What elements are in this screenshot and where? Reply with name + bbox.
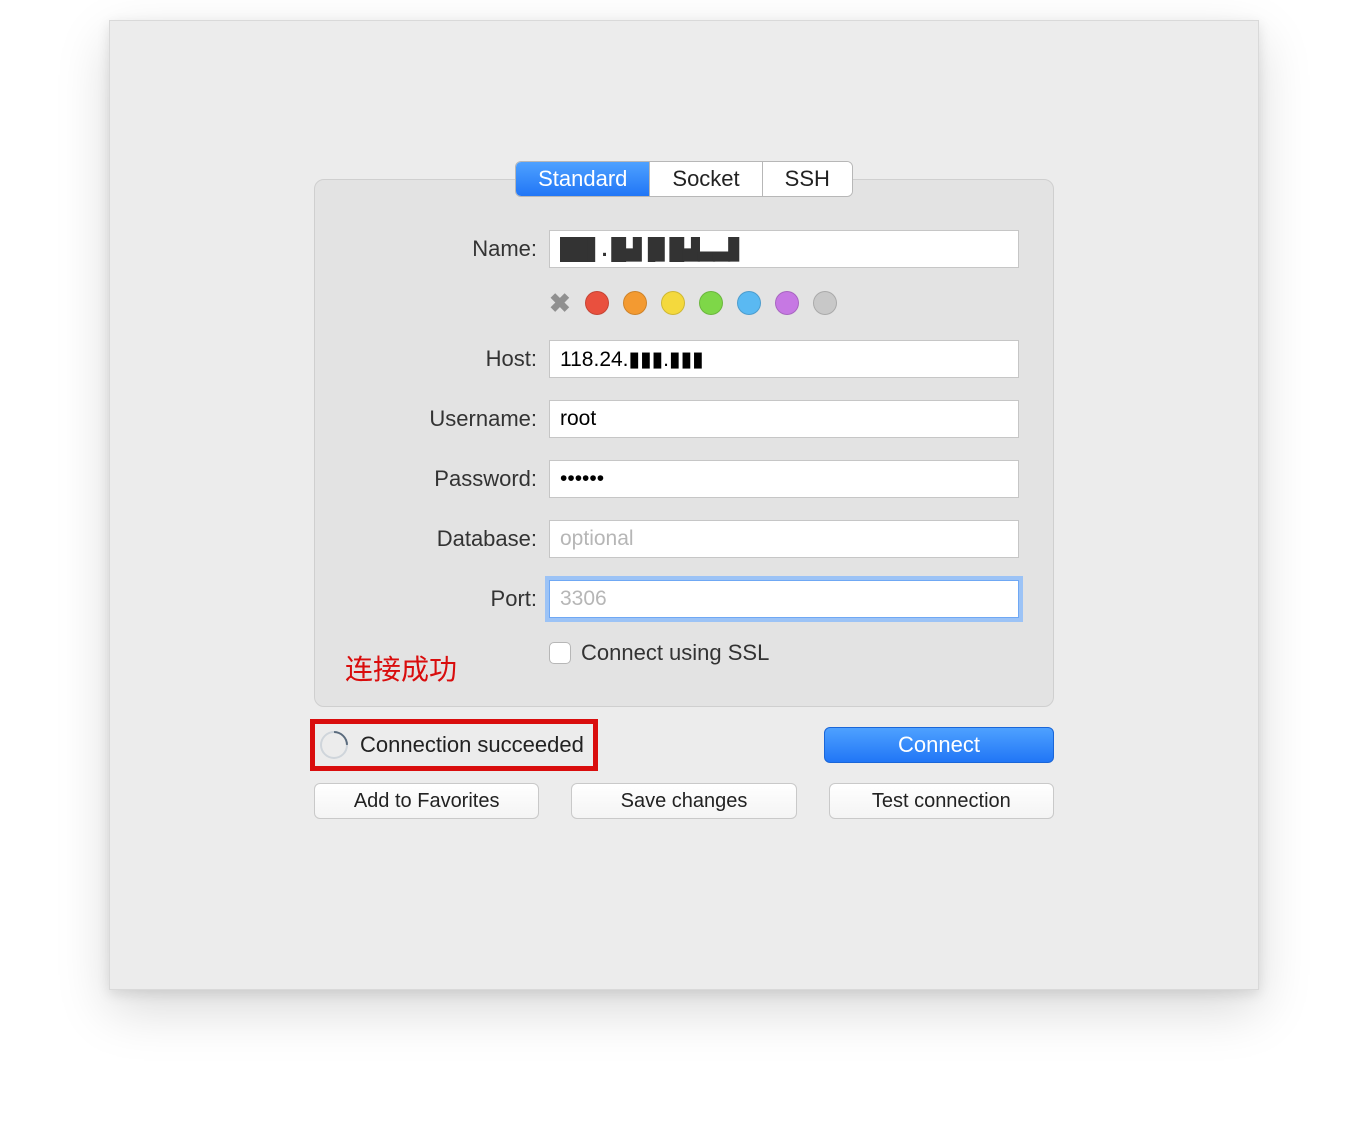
connection-window: Standard Socket SSH Name: ✖ Host: <box>109 20 1259 990</box>
tab-bar: Standard Socket SSH <box>110 161 1258 197</box>
annotation-text: 连接成功 <box>345 648 457 688</box>
database-label: Database: <box>349 526 549 552</box>
footer: Connection succeeded Connect Add to Favo… <box>314 727 1054 819</box>
color-swatch-yellow[interactable] <box>661 291 685 315</box>
host-row: Host: <box>349 340 1019 378</box>
port-row: Port: <box>349 580 1019 618</box>
form-panel: Name: ✖ Host: Username: <box>314 179 1054 707</box>
add-favorites-button[interactable]: Add to Favorites <box>314 783 539 819</box>
name-label: Name: <box>349 236 549 262</box>
color-swatch-red[interactable] <box>585 291 609 315</box>
spinner-icon <box>314 725 354 765</box>
password-input[interactable] <box>549 460 1019 498</box>
port-label: Port: <box>349 586 549 612</box>
name-row: Name: <box>349 230 1019 268</box>
username-input[interactable] <box>549 400 1019 438</box>
port-input[interactable] <box>549 580 1019 618</box>
password-label: Password: <box>349 466 549 492</box>
tab-standard[interactable]: Standard <box>516 162 650 196</box>
host-label: Host: <box>349 346 549 372</box>
color-swatch-gray[interactable] <box>813 291 837 315</box>
database-row: Database: <box>349 520 1019 558</box>
tab-ssh[interactable]: SSH <box>763 162 852 196</box>
color-swatch-green[interactable] <box>699 291 723 315</box>
ssl-checkbox[interactable] <box>549 642 571 664</box>
save-changes-button[interactable]: Save changes <box>571 783 796 819</box>
connect-button[interactable]: Connect <box>824 727 1054 763</box>
color-swatch-blue[interactable] <box>737 291 761 315</box>
username-row: Username: <box>349 400 1019 438</box>
tab-socket[interactable]: Socket <box>650 162 762 196</box>
status-row: Connection succeeded Connect <box>314 727 1054 763</box>
color-swatch-orange[interactable] <box>623 291 647 315</box>
username-label: Username: <box>349 406 549 432</box>
name-field-wrap <box>549 230 1019 268</box>
database-input[interactable] <box>549 520 1019 558</box>
color-row: ✖ <box>349 290 1019 316</box>
segmented-control: Standard Socket SSH <box>515 161 853 197</box>
name-input[interactable] <box>549 230 1019 268</box>
password-row: Password: <box>349 460 1019 498</box>
bottom-button-row: Add to Favorites Save changes Test conne… <box>314 783 1054 819</box>
ssl-label: Connect using SSL <box>581 640 769 666</box>
color-swatch-purple[interactable] <box>775 291 799 315</box>
host-input[interactable] <box>549 340 1019 378</box>
clear-color-icon[interactable]: ✖ <box>549 290 571 316</box>
status-text: Connection succeeded <box>360 732 584 758</box>
status-area: Connection succeeded <box>314 727 594 763</box>
test-connection-button[interactable]: Test connection <box>829 783 1054 819</box>
